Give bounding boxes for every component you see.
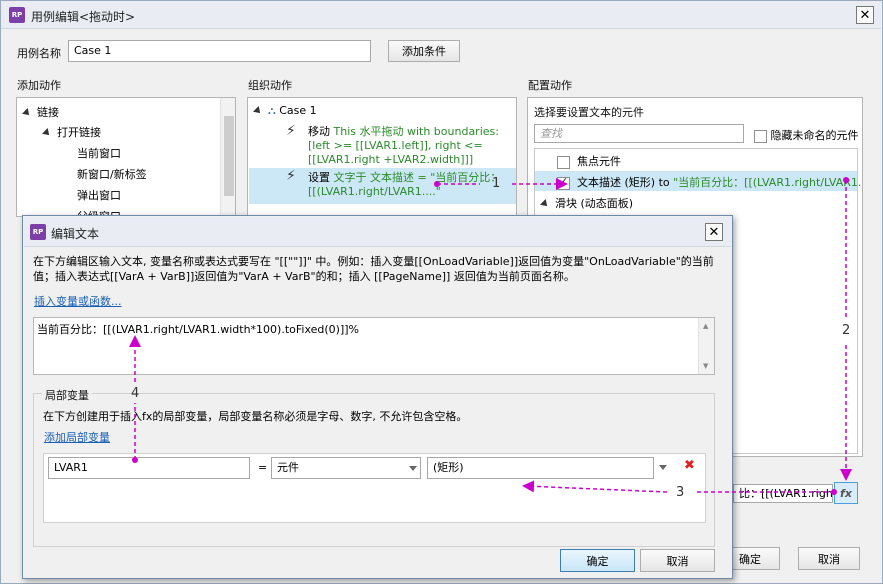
text-editor[interactable]: 当前百分比：[[(LVAR1.right/LVAR1.width*100).to… [33,317,715,375]
variable-type-select[interactable]: 元件 [271,457,421,479]
add-action-scrollbar[interactable] [220,98,235,216]
lightning-icon: ⚡ [286,168,296,184]
hide-unnamed-option[interactable]: 隐藏未命名的元件 [754,127,859,143]
scrollbar-thumb[interactable] [224,116,234,196]
widget-search-input[interactable]: 查找 [534,124,744,143]
dialog-cancel-button[interactable]: 取消 [640,549,715,572]
case-name-label: 用例名称 [17,47,61,60]
tree-item-current-window[interactable]: 当前窗口 [77,145,121,161]
add-local-variable-link[interactable]: 添加局部变量 [44,429,110,445]
add-action-heading: 添加动作 [17,79,61,92]
editor-text: 当前百分比：[[(LVAR1.right/LVAR1.width*100).to… [37,323,360,336]
focus-checkbox[interactable] [557,155,570,169]
scroll-up-icon[interactable]: ▲ [703,322,708,330]
add-action-panel: 链接 打开链接 当前窗口 新窗口/新标签 弹出窗口 父级窗口 [16,97,236,217]
equals-sign: = [258,461,268,474]
dialog-title: 编辑文本 [51,227,100,241]
variable-name-input[interactable]: LVAR1 [48,457,250,479]
lightning-icon: ⚡ [286,123,296,139]
widget-item-text-desc[interactable]: 文本描述 (矩形) to "当前百分比：[[(LVAR1.right/LVAR1… [557,174,862,190]
expanded-triangle-icon [42,128,52,138]
editor-scrollbar[interactable]: ▲ ▼ [698,318,714,374]
annotation-number-2: 2 [842,323,851,338]
axure-rp-icon: RP [9,7,25,23]
tree-item-new-window[interactable]: 新窗口/新标签 [77,166,147,182]
widget-item-focus[interactable]: 焦点元件 [557,153,621,169]
dialog-description: 在下方编辑区输入文本, 变量名称或表达式要写在 "[[""]]" 中。例如：插入… [33,255,714,283]
annotation-number-4: 4 [131,386,140,401]
chevron-down-icon [409,466,417,471]
expanded-triangle-icon [540,199,550,209]
local-variables-desc: 在下方创建用于插入fx的局部变量，局部变量名称必须是字母、数字, 不允许包含空格… [43,410,468,423]
local-variables-title: 局部变量 [42,387,92,403]
action-move[interactable]: 移动 This 水平拖动 with boundaries: [left >= [… [308,125,513,167]
add-condition-button[interactable]: 添加条件 [388,40,460,62]
variable-target-select[interactable]: (矩形) [427,457,654,479]
case-name-input[interactable]: Case 1 [68,40,371,62]
main-cancel-button[interactable]: 取消 [798,547,860,570]
widget-item-slider[interactable]: 滑块 (动态面板) [540,195,633,211]
dialog-title-bar: RP 编辑文本 ✕ [24,217,731,247]
fx-button[interactable]: fx [834,482,858,504]
annotation-number-1: 1 [492,176,501,191]
tree-item-popup-window[interactable]: 弹出窗口 [77,187,121,203]
organize-action-panel: ⛬ Case 1 ⚡ 移动 This 水平拖动 with boundaries:… [247,97,517,217]
tree-item-link[interactable]: 链接 [22,104,59,120]
main-title-bar: RP 用例编辑<拖动时> ✕ [1,1,881,29]
insert-variable-link[interactable]: 插入变量或函数... [34,293,122,309]
expanded-triangle-icon [253,106,263,116]
annotation-number-3: 3 [676,485,685,500]
dialog-ok-button[interactable]: 确定 [560,549,635,572]
organize-action-heading: 组织动作 [248,79,292,92]
configure-action-heading: 配置动作 [528,79,572,92]
local-variables-list: LVAR1 = 元件 (矩形) ✖ [43,453,706,523]
case-tree-icon: ⛬ [268,104,276,117]
tree-item-case1[interactable]: ⛬ Case 1 [253,104,317,118]
delete-variable-icon[interactable]: ✖ [684,458,695,473]
dialog-close-icon[interactable]: ✕ [705,223,723,241]
chevron-down-icon[interactable] [659,465,667,470]
expanded-triangle-icon [22,108,32,118]
hide-unnamed-checkbox[interactable] [754,129,767,143]
tree-item-open-link[interactable]: 打开链接 [42,124,101,140]
select-widget-label: 选择要设置文本的元件 [534,106,644,119]
action-set-text[interactable]: 设置 文字于 文本描述 = "当前百分比：[[(LVAR1.right/LVAR… [308,171,513,199]
main-close-icon[interactable]: ✕ [856,6,874,24]
scroll-down-icon[interactable]: ▼ [703,362,708,370]
text-desc-checkbox[interactable] [557,175,570,190]
edit-text-dialog: RP 编辑文本 ✕ 在下方编辑区输入文本, 变量名称或表达式要写在 "[[""]… [22,215,733,579]
set-text-value-field[interactable]: 比：[[(LVAR1.right/t [733,484,833,503]
main-window-title: 用例编辑<拖动时> [31,10,136,24]
axure-rp-icon: RP [30,224,46,240]
